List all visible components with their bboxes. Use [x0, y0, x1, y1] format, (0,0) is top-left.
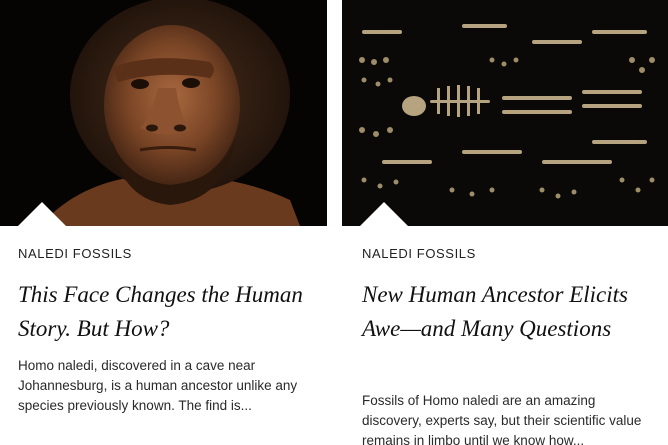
story-dek: Homo naledi, discovered in a cave near J… — [18, 358, 298, 413]
story-card-ancestor[interactable]: NALEDI FOSSILS New Human Ancestor Elicit… — [342, 0, 668, 445]
story-kicker[interactable]: NALEDI FOSSILS — [18, 246, 132, 261]
story-headline[interactable]: This Face Changes the Human Story. But H… — [18, 278, 318, 346]
story-dek: Fossils of Homo naledi are an amazing di… — [362, 393, 642, 445]
fossil-bones-illustration — [342, 0, 668, 226]
story-card-face[interactable]: NALEDI FOSSILS This Face Changes the Hum… — [0, 0, 327, 445]
story-grid: NALEDI FOSSILS This Face Changes the Hum… — [0, 0, 668, 445]
hominin-face-illustration — [0, 0, 327, 226]
story-headline[interactable]: New Human Ancestor Elicits Awe—and Many … — [362, 278, 662, 346]
image-notch — [18, 202, 66, 226]
story-image-face[interactable] — [0, 0, 327, 226]
story-kicker[interactable]: NALEDI FOSSILS — [362, 246, 476, 261]
image-notch — [360, 202, 408, 226]
story-image-fossils[interactable] — [342, 0, 668, 226]
